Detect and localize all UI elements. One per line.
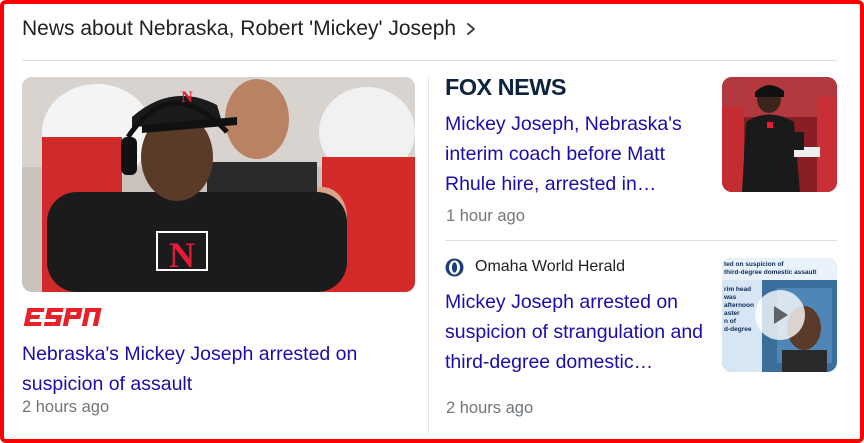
owh-video-thumbnail[interactable]: ted on suspicion of third-degree domesti… bbox=[722, 258, 837, 372]
svg-text:FOX NEWS: FOX NEWS bbox=[445, 74, 566, 98]
svg-text:N: N bbox=[169, 235, 195, 275]
news-heading-link[interactable]: News about Nebraska, Robert 'Mickey' Jos… bbox=[22, 15, 478, 43]
espn-timestamp: 2 hours ago bbox=[22, 398, 110, 416]
thumb-caption-line-2: third-degree domestic assault bbox=[724, 269, 817, 276]
owh-source: Omaha World Herald bbox=[445, 257, 625, 277]
right-column-divider bbox=[445, 240, 837, 241]
thumb-side-line-2: was bbox=[724, 294, 737, 301]
thumb-side-line-4: aster bbox=[724, 310, 740, 317]
fox-news-logo: FOX NEWS bbox=[445, 74, 567, 98]
thumb-side-line-6: d-degree bbox=[724, 326, 752, 333]
fox-story-thumbnail[interactable] bbox=[722, 77, 837, 192]
chevron-right-icon bbox=[467, 23, 476, 35]
espn-logo bbox=[23, 308, 102, 326]
espn-headline[interactable]: Nebraska's Mickey Joseph arrested on sus… bbox=[22, 339, 417, 399]
owh-source-name: Omaha World Herald bbox=[475, 258, 625, 275]
play-button[interactable] bbox=[755, 290, 805, 340]
thumb-side-line-3: afternoon bbox=[724, 302, 754, 309]
header-divider bbox=[22, 60, 837, 61]
fox-timestamp: 1 hour ago bbox=[446, 207, 525, 225]
column-divider bbox=[428, 76, 429, 434]
owh-timestamp: 2 hours ago bbox=[446, 399, 534, 417]
thumb-caption-line-1: ted on suspicion of bbox=[724, 261, 784, 268]
fox-headline[interactable]: Mickey Joseph, Nebraska's interim coach … bbox=[445, 109, 707, 199]
news-heading: News about Nebraska, Robert 'Mickey' Jos… bbox=[22, 17, 457, 40]
news-carousel: News about Nebraska, Robert 'Mickey' Jos… bbox=[0, 0, 864, 443]
play-icon bbox=[774, 306, 788, 324]
owh-headline[interactable]: Mickey Joseph arrested on suspicion of s… bbox=[445, 287, 707, 377]
thumb-side-line-1: rim head bbox=[724, 286, 752, 293]
svg-text:N: N bbox=[181, 89, 193, 106]
thumb-side-line-5: n of bbox=[724, 318, 736, 325]
espn-story-image[interactable]: N N bbox=[22, 77, 415, 292]
omaha-world-herald-icon bbox=[445, 258, 464, 276]
